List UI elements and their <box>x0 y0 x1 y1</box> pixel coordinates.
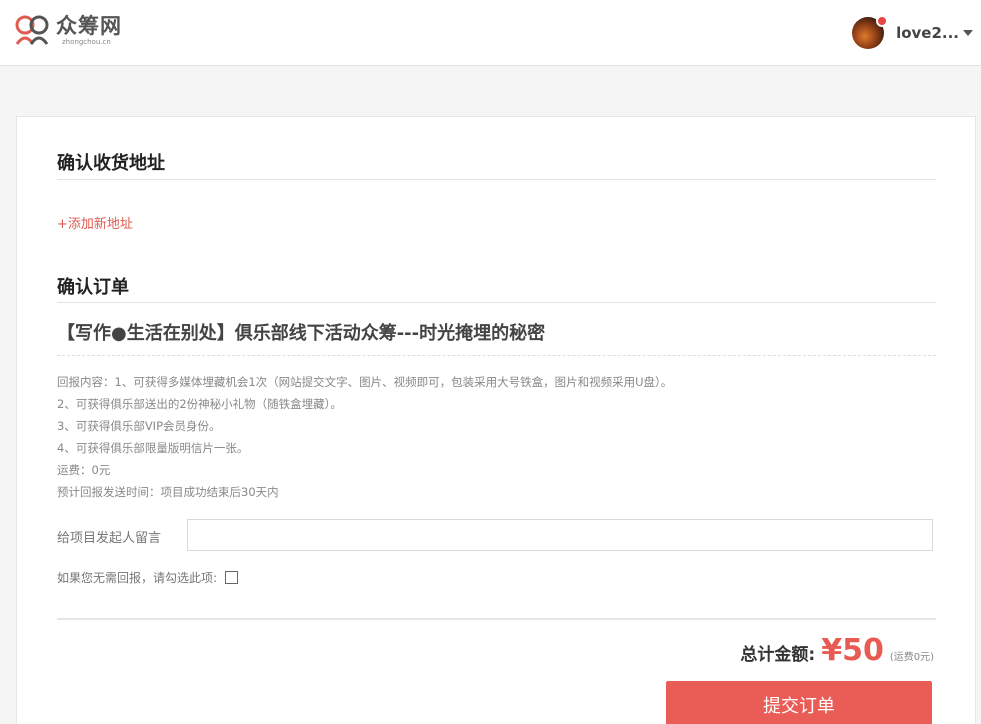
chevron-down-icon[interactable] <box>963 30 973 36</box>
order-section-title: 确认订单 <box>57 277 129 298</box>
no-reward-option: 如果您无需回报，请勾选此项: <box>57 569 239 586</box>
logo-domain: zhongchou.cn <box>62 38 111 46</box>
order-divider <box>57 302 936 303</box>
reward-description: 回报内容：1、可获得多媒体埋藏机会1次（网站提交文字、图片、视频即可，包装采用大… <box>57 371 672 503</box>
reward-line: 3、可获得俱乐部VIP会员身份。 <box>57 419 221 433</box>
reward-line: 预计回报发送时间：项目成功结束后30天内 <box>57 485 279 499</box>
username[interactable]: love2... <box>896 24 959 42</box>
total-amount: ¥50 <box>821 633 884 668</box>
no-reward-label: 如果您无需回报，请勾选此项: <box>57 571 218 585</box>
total-label: 总计金额: <box>740 645 816 665</box>
add-address-link[interactable]: +添加新地址 <box>57 213 133 232</box>
logo-title: 众筹网 <box>56 14 122 38</box>
address-section-title: 确认收货地址 <box>57 153 165 174</box>
submit-order-button[interactable]: 提交订单 <box>666 681 932 724</box>
user-menu[interactable]: love2... <box>852 15 973 49</box>
project-title: 【写作●生活在别处】俱乐部线下活动众筹---时光掩埋的秘密 <box>57 323 546 344</box>
order-total: 总计金额: ¥50 (运费0元) <box>740 633 934 668</box>
no-reward-checkbox[interactable] <box>225 571 239 584</box>
logo-icon <box>14 14 52 46</box>
top-bar: 众筹网 zhongchou.cn love2... <box>0 0 981 66</box>
reward-line: 4、可获得俱乐部限量版明信片一张。 <box>57 441 249 455</box>
site-logo[interactable]: 众筹网 zhongchou.cn <box>14 14 122 50</box>
notification-dot-icon <box>876 15 889 27</box>
reward-line: 运费：0元 <box>57 463 111 477</box>
reward-line: 回报内容：1、可获得多媒体埋藏机会1次（网站提交文字、图片、视频即可，包装采用大… <box>57 375 673 389</box>
order-panel: 确认收货地址 +添加新地址 确认订单 【写作●生活在别处】俱乐部线下活动众筹--… <box>16 116 976 724</box>
address-divider <box>57 179 936 180</box>
message-label: 给项目发起人留言 <box>57 531 162 546</box>
message-input[interactable] <box>187 519 933 551</box>
avatar[interactable] <box>852 15 889 49</box>
reward-line: 2、可获得俱乐部送出的2份神秘小礼物（随铁盒埋藏）。 <box>57 397 342 411</box>
shipping-note: (运费0元) <box>889 652 934 663</box>
summary-divider <box>57 618 936 620</box>
dashed-divider <box>57 355 936 356</box>
